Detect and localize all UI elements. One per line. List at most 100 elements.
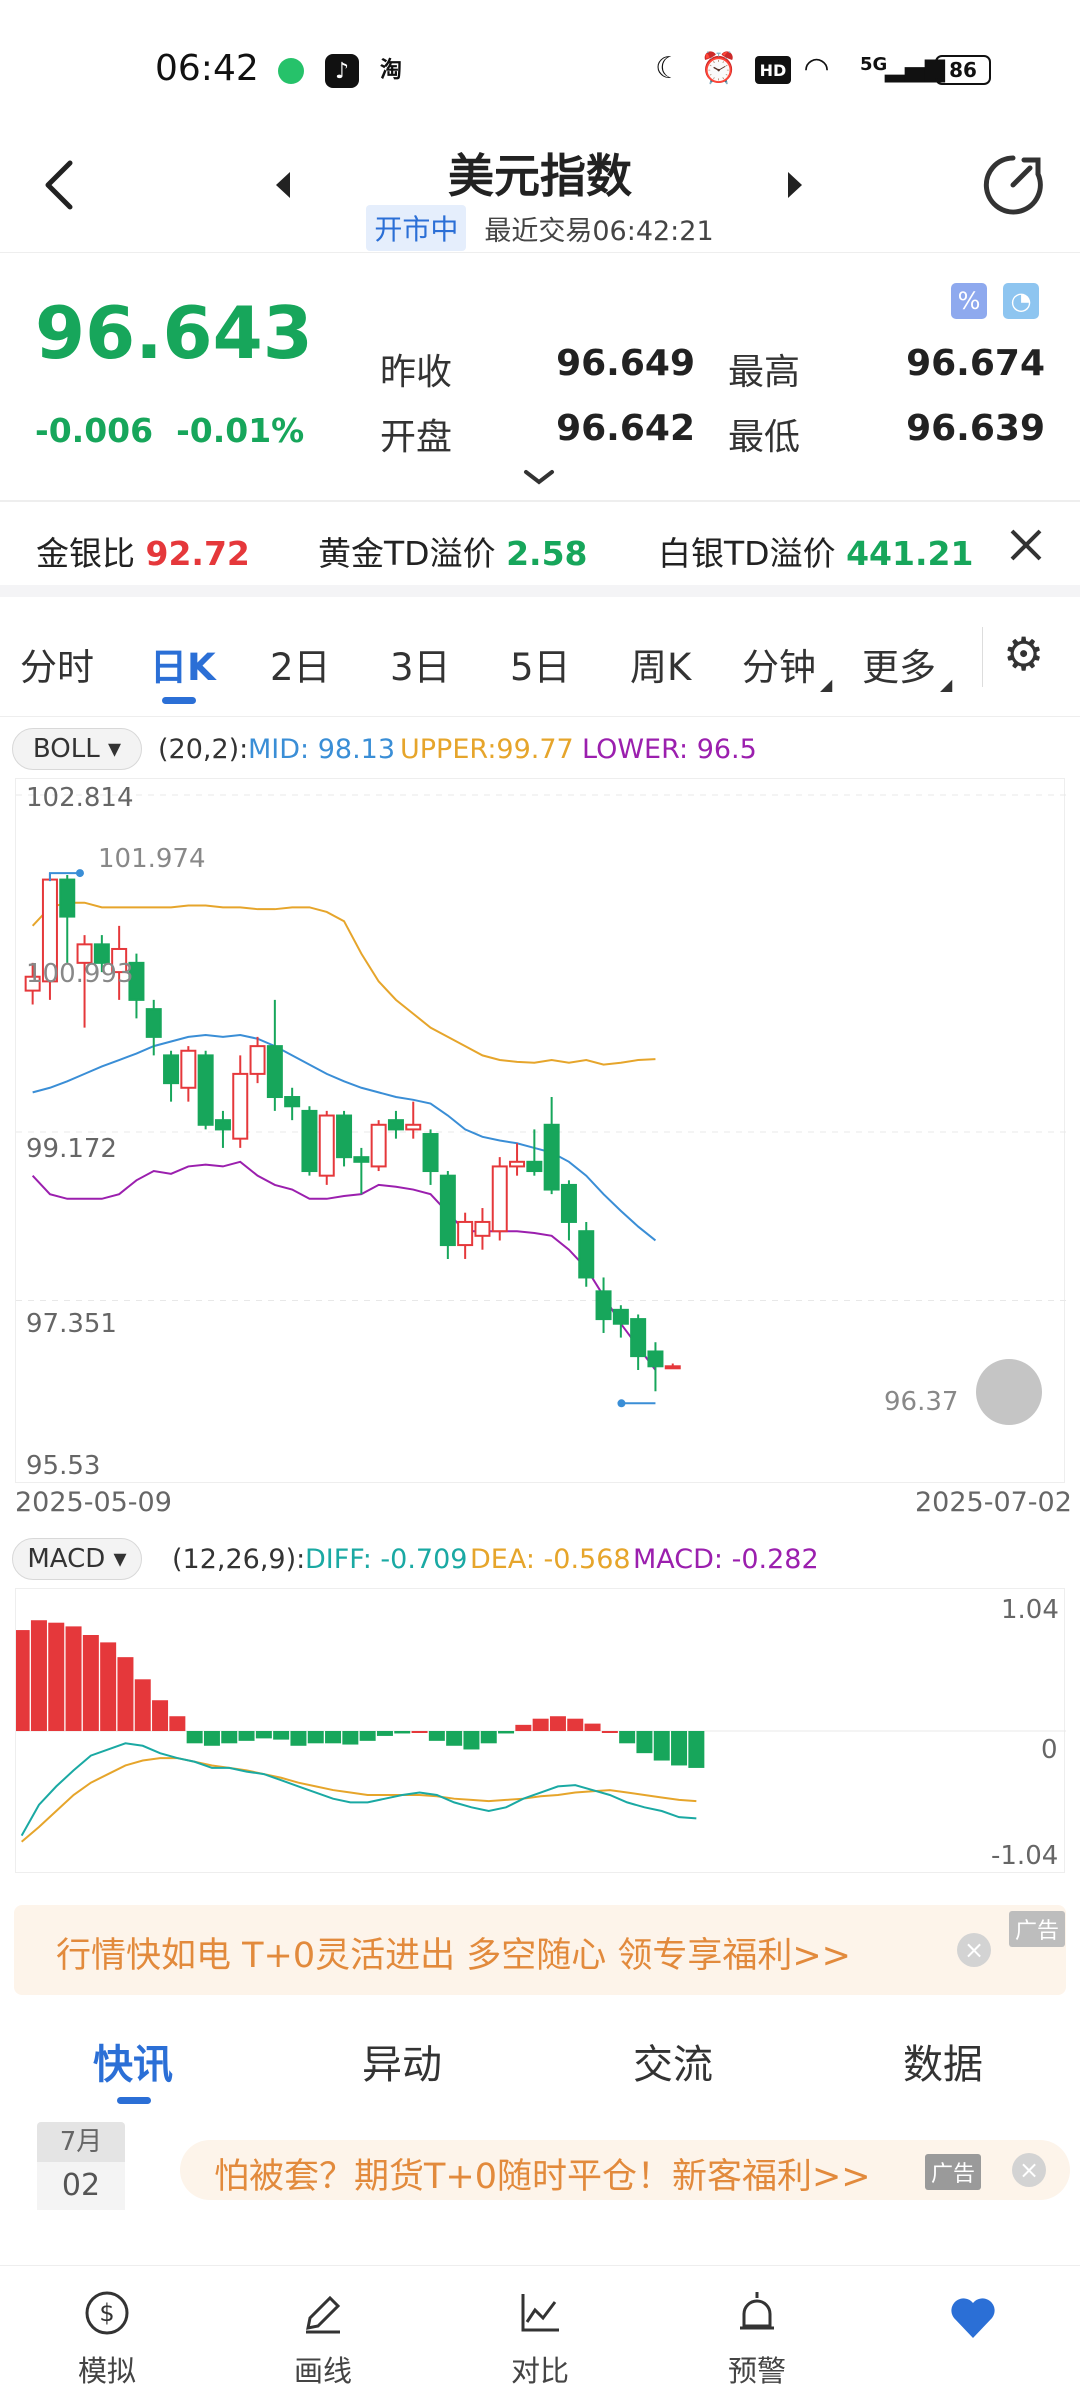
nav-compare[interactable]: 对比 — [465, 2266, 615, 2401]
nav-draw[interactable]: 画线 — [248, 2266, 398, 2401]
candle-body — [232, 1072, 249, 1140]
boll-lower: LOWER: 96.5 — [582, 734, 757, 765]
favorite-heart-icon[interactable] — [948, 2294, 998, 2340]
axis-bottom-label: 95.53 — [26, 1451, 101, 1481]
alarm-bell-icon — [740, 2292, 774, 2330]
candle-body — [266, 1045, 283, 1099]
tab-discussion[interactable]: 交流 — [633, 2032, 713, 2090]
tab-more[interactable]: 更多 — [862, 637, 936, 691]
macd-bar — [463, 1731, 480, 1750]
period-tabs: 分时 日K 2日 3日 5日 周K 分钟 ◢ 更多 ◢ ⚙ — [0, 597, 1080, 717]
ticker-label: 金银比 — [36, 534, 135, 573]
macd-bar — [13, 1630, 30, 1731]
macd-bar — [567, 1718, 584, 1731]
candle-body — [612, 1308, 629, 1325]
close-icon[interactable] — [1008, 527, 1044, 563]
tab-movements[interactable]: 异动 — [362, 2032, 442, 2090]
quote-panel: 96.643 -0.006 -0.01% % ◔ 昨收 96.649 最高 96… — [0, 252, 1080, 502]
active-tab-indicator — [162, 697, 196, 704]
prev-close-label: 昨收 — [380, 352, 453, 393]
macd-bar — [549, 1716, 566, 1731]
news-date-day: 02 — [37, 2162, 125, 2210]
macd-bar — [30, 1620, 47, 1731]
macd-selector-label: MACD — [27, 1544, 106, 1574]
pie-chart-icon[interactable]: ◔ — [1003, 283, 1039, 319]
boll-upper: UPPER:99.77 — [400, 734, 574, 765]
macd-bar — [359, 1731, 376, 1741]
macd-axis-bottom: -1.04 — [991, 1841, 1059, 1871]
next-symbol-icon[interactable] — [784, 170, 806, 200]
macd-bar — [273, 1731, 290, 1740]
candle-body — [405, 1123, 422, 1131]
tab-minute[interactable]: 分钟 — [742, 637, 816, 691]
divider — [982, 627, 983, 687]
nav-draw-label: 画线 — [293, 2354, 352, 2388]
macd-dea-line — [21, 1757, 697, 1843]
macd-params: (12,26,9): — [172, 1544, 306, 1575]
percent-toggle-icon[interactable]: % — [951, 283, 987, 319]
tab-time[interactable]: 分时 — [20, 637, 94, 691]
tab-flash-news[interactable]: 快讯 — [93, 2032, 173, 2090]
macd-bar — [307, 1731, 324, 1744]
candle-body — [578, 1230, 595, 1279]
candle-body — [353, 1156, 370, 1163]
ad-close-icon[interactable]: × — [957, 1933, 991, 1967]
ticker-item[interactable]: 黄金TD溢价 2.58 — [318, 527, 588, 575]
candle-body — [370, 1123, 387, 1168]
ad-banner-2-text: 怕被套？期货T+0随时平仓！新客福利>> — [214, 2157, 871, 2197]
nav-simulate[interactable]: $ 模拟 — [32, 2266, 182, 2401]
macd-chart[interactable]: 1.04 0 -1.04 — [13, 1588, 1066, 1873]
boll-selector-label: BOLL — [32, 734, 100, 764]
macd-selector[interactable]: MACD ▾ — [12, 1538, 142, 1580]
chart-expand-button[interactable] — [976, 1359, 1042, 1425]
kline-chart[interactable]: 102.814 99.172 97.351 95.53 101.974 100.… — [15, 778, 1066, 1483]
bottom-nav: $ 模拟 画线 对比 预警 — [0, 2265, 1080, 2400]
low-label: 最低 — [728, 417, 801, 458]
macd-bar — [480, 1731, 497, 1744]
macd-bar — [636, 1731, 653, 1754]
min-price-label: 96.37 — [884, 1387, 959, 1417]
tab-daily-k[interactable]: 日K — [150, 637, 216, 691]
macd-bar — [186, 1731, 203, 1744]
gear-icon[interactable]: ⚙ — [1003, 627, 1044, 681]
tab-2-day[interactable]: 2日 — [270, 637, 331, 691]
macd-bar — [619, 1731, 636, 1744]
nav-alert[interactable]: 预警 — [682, 2266, 832, 2401]
candle-body — [59, 878, 76, 918]
macd-bar — [221, 1731, 238, 1744]
signal-5g-icon: 5G — [860, 53, 888, 75]
macd-axis-mid: 0 — [1041, 1735, 1058, 1765]
candle-body — [145, 1008, 162, 1038]
macd-bar — [290, 1731, 307, 1746]
tab-3-day[interactable]: 3日 — [390, 637, 451, 691]
refresh-icon[interactable] — [980, 152, 1046, 218]
price-change: -0.006 -0.01% — [35, 411, 304, 450]
ad-tag: 广告 — [1009, 1911, 1066, 1947]
macd-bar — [688, 1731, 705, 1768]
ticker-item[interactable]: 白银TD溢价 441.21 — [658, 527, 973, 575]
macd-diff-line — [20, 1742, 697, 1837]
macd-bar — [394, 1731, 411, 1734]
ticker-label: 黄金TD溢价 — [318, 534, 496, 573]
ticker-value: 441.21 — [846, 534, 974, 573]
ad-banner[interactable]: 行情快如电 T+0灵活进出 多空随心 领专享福利>> × 广告 — [14, 1905, 1066, 1995]
wifi-icon: ◠ — [805, 50, 829, 86]
minute-dropdown-icon: ◢ — [820, 675, 833, 694]
expand-chevron-icon[interactable] — [522, 468, 556, 488]
tab-5-day[interactable]: 5日 — [510, 637, 571, 691]
macd-bar — [376, 1731, 393, 1736]
ad-banner-2[interactable]: 怕被套？期货T+0随时平仓！新客福利>> 广告 × — [180, 2140, 1070, 2200]
candle-body — [284, 1096, 301, 1108]
macd-bar — [203, 1731, 220, 1746]
tab-weekly-k[interactable]: 周K — [630, 637, 691, 691]
tab-data[interactable]: 数据 — [903, 2032, 983, 2090]
ad-banner-text: 行情快如电 T+0灵活进出 多空随心 领专享福利>> — [56, 1936, 852, 1976]
ad-2-close-icon[interactable]: × — [1012, 2153, 1046, 2187]
ticker-item[interactable]: 金银比 92.72 — [36, 527, 250, 575]
min-price-dot — [617, 1399, 626, 1408]
last-trade-time: 最近交易06:42:21 — [484, 215, 714, 247]
candle-body — [180, 1049, 197, 1089]
ticker-value: 2.58 — [506, 534, 588, 573]
boll-selector[interactable]: BOLL ▾ — [12, 728, 142, 770]
macd-axis-top: 1.04 — [1001, 1595, 1059, 1625]
